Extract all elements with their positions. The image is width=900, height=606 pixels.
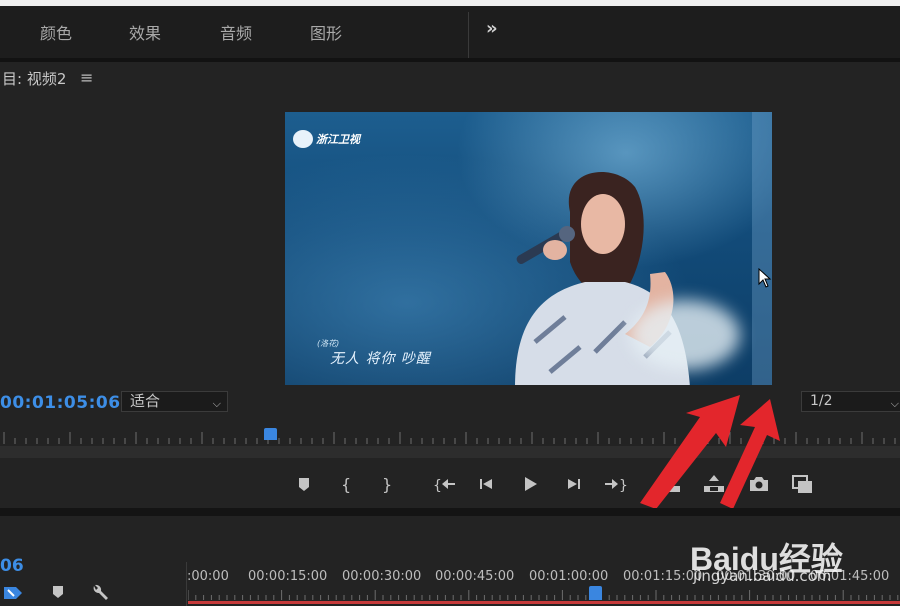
panel-title[interactable]: 目: 视频2 bbox=[2, 68, 66, 89]
mark-out-icon[interactable]: } bbox=[372, 470, 400, 498]
playhead-timecode[interactable]: 00:01:05:06 bbox=[0, 393, 121, 413]
blurred-region bbox=[630, 300, 740, 370]
timeline-timecode[interactable]: 06 bbox=[0, 556, 24, 576]
chevron-down-icon: ⌵ bbox=[890, 397, 899, 410]
svg-text:}: } bbox=[382, 475, 392, 494]
channel-logo: 浙江卫视 bbox=[293, 130, 360, 148]
workspace-tab-audio[interactable]: 音频 bbox=[220, 20, 252, 44]
mouse-cursor-icon bbox=[758, 268, 772, 288]
ruler-label: 00:00:30:00 bbox=[342, 569, 422, 584]
ruler-label: :00:00 bbox=[187, 569, 229, 584]
playback-resolution-dropdown[interactable]: 1/2 ⌵ bbox=[801, 391, 900, 412]
step-back-icon[interactable] bbox=[472, 470, 500, 498]
add-marker-icon[interactable] bbox=[50, 583, 66, 601]
step-forward-icon[interactable] bbox=[560, 470, 588, 498]
zoom-fit-dropdown[interactable]: 适合 ⌵ bbox=[121, 391, 228, 412]
ruler-label: 00:00:45:00 bbox=[435, 569, 515, 584]
ruler-label: 00:01:00:00 bbox=[529, 569, 609, 584]
timeline-ticks bbox=[188, 590, 899, 600]
ruler-label: 00:00:15:00 bbox=[248, 569, 328, 584]
workspace-tab-effects[interactable]: 效果 bbox=[129, 20, 161, 44]
add-marker-icon[interactable] bbox=[290, 470, 318, 498]
play-icon[interactable] bbox=[516, 470, 544, 498]
render-bar bbox=[188, 601, 900, 604]
panel-menu-icon[interactable]: ≡ bbox=[80, 68, 93, 87]
timeline-playhead[interactable] bbox=[589, 586, 602, 600]
channel-logo-text: 浙江卫视 bbox=[316, 133, 360, 146]
zoom-fit-value: 适合 bbox=[130, 392, 161, 410]
svg-text:{: { bbox=[433, 478, 442, 494]
mark-in-icon[interactable]: { bbox=[332, 470, 360, 498]
channel-logo-icon bbox=[293, 130, 313, 148]
chevron-down-icon: ⌵ bbox=[212, 397, 221, 410]
annotation-arrows bbox=[640, 395, 780, 509]
more-workspaces-button[interactable]: » bbox=[486, 18, 498, 39]
playback-resolution-value: 1/2 bbox=[810, 393, 833, 409]
workspace-tab-graphics[interactable]: 图形 bbox=[310, 20, 342, 44]
divider bbox=[468, 12, 469, 58]
workspace-bar: 颜色 效果 音频 图形 » bbox=[0, 0, 900, 58]
video-preview[interactable]: 浙江卫视 (洛花) 无人 将你 吵醒 bbox=[285, 112, 772, 385]
go-to-in-icon[interactable]: { bbox=[430, 470, 458, 498]
wrench-icon[interactable] bbox=[90, 583, 110, 603]
svg-text:{: { bbox=[341, 475, 351, 494]
snap-icon[interactable] bbox=[2, 583, 24, 603]
workspace-tab-color[interactable]: 颜色 bbox=[40, 20, 72, 44]
video-edge-strip bbox=[752, 112, 772, 385]
monitor-playhead[interactable] bbox=[264, 428, 277, 440]
watermark-url: jingyan.baidu.com bbox=[693, 567, 832, 585]
subtitle-text: 无人 将你 吵醒 bbox=[330, 351, 431, 367]
